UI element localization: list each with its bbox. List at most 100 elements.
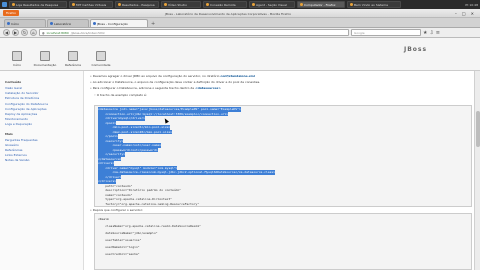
home-icon[interactable]: ⌂ <box>30 29 37 36</box>
app-icon <box>206 3 209 6</box>
toolbar-community-button[interactable]: Comunidade <box>90 51 112 67</box>
back-icon[interactable]: ◀ <box>3 29 10 36</box>
url-site: localhost:8080 <box>46 30 69 35</box>
toolbar-home-button[interactable]: Início <box>6 51 28 67</box>
paragraph: • Depois que configurar o servidor: <box>90 208 143 212</box>
os-task-button[interactable]: Loja Resultados de Pesquisa <box>9 1 67 8</box>
browser-tab-label: JBoss - Configuração <box>97 21 128 26</box>
sidebar-section-title: Mais <box>5 131 13 136</box>
paragraph-text: Para configurar o DataSource, adicione o… <box>92 86 195 90</box>
search-input[interactable]: Google <box>351 29 421 36</box>
start-menu-icon[interactable] <box>2 2 7 7</box>
os-task-label: Resultados - Pesquisa <box>122 2 155 7</box>
firefox-icon <box>300 3 303 6</box>
navigation-bar: ◀ ▶ ↻ ⌂ ◍ localhost:8080 /jboss-docs/ind… <box>0 28 480 38</box>
close-icon[interactable]: ✕ <box>471 11 474 16</box>
code-block[interactable]: <Realm className="org.apache.catalina.re… <box>94 213 472 270</box>
code-line: userNameCol="login" <box>98 245 140 249</box>
os-task-label: Bem Vindo ao Sistema <box>354 2 388 7</box>
browser-tab[interactable]: Laboratório <box>47 19 89 27</box>
toolbar-docs-button[interactable]: Documentação <box>34 51 56 67</box>
bookmarks-icon[interactable]: ★ <box>423 30 427 36</box>
favicon-icon <box>50 22 53 25</box>
os-task-label: MIT Cartões Virtuais <box>76 2 107 7</box>
home-icon <box>12 51 22 61</box>
code-line: <Realm <box>98 217 109 221</box>
firefox-menu-button[interactable]: Firefox <box>3 10 19 16</box>
app-icon <box>350 3 353 6</box>
os-task-button[interactable]: Conexão Remota <box>203 1 247 8</box>
favicon-icon <box>93 22 96 25</box>
browser-tab-active[interactable]: JBoss - Configuração <box>90 19 148 27</box>
os-task-button[interactable]: Vídeo Studio <box>161 1 201 8</box>
new-tab-icon[interactable]: + <box>149 21 157 27</box>
code-line: userCredCol="senha" <box>98 252 140 256</box>
os-task-button[interactable]: Bem Vindo ao Sistema <box>347 1 401 8</box>
code-block[interactable]: <datasource jndi-name="java:jboss/dataso… <box>94 105 472 207</box>
os-task-button[interactable]: Computador - Firefox <box>297 1 345 8</box>
window-controls: – □ ✕ <box>455 11 480 16</box>
browser-tab-label: Início <box>11 21 19 26</box>
paragraph: • Devemos agregar o driver JDBC ao arqui… <box>90 74 255 78</box>
app-icon <box>12 3 15 6</box>
toolbar-reference-button[interactable]: Referência <box>62 51 84 67</box>
vertical-scrollbar[interactable] <box>474 71 480 270</box>
app-icon <box>252 3 255 6</box>
scrollbar-thumb[interactable] <box>476 111 480 147</box>
download-icon[interactable]: ⇩ <box>429 30 433 36</box>
os-task-label: Agent - Seção Visual <box>256 2 287 7</box>
forward-icon[interactable]: ▶ <box>12 29 19 36</box>
book-icon <box>40 51 50 61</box>
paragraph-text: O trecho de exemplo completo é: <box>96 93 147 97</box>
code-line: dataSourceName="jdbc/exemplo" <box>98 231 158 235</box>
os-taskbar: Loja Resultados de Pesquisa MIT Cartões … <box>0 0 480 9</box>
os-task-button[interactable]: Agent - Seção Visual <box>249 1 295 8</box>
sidebar-link[interactable]: Notas da Versão <box>5 158 83 163</box>
toolbar-label: Referência <box>65 63 81 67</box>
toolbar-label: Início <box>13 63 21 67</box>
os-task-label: Vídeo Studio <box>168 2 187 7</box>
app-logo: JBoss <box>404 46 428 53</box>
search-placeholder: Google <box>354 31 365 35</box>
paragraph-text: Ao adicionar o DataSource, o arquivo de … <box>92 80 261 84</box>
favicon-icon <box>7 22 10 25</box>
tray-clock: Pt 10:48 <box>465 2 478 7</box>
sidebar: Conteúdo Visão Geral Instalação do Servi… <box>0 71 84 270</box>
code-line: className="org.apache.catalina.realm.Dat… <box>98 224 201 228</box>
browser-tab[interactable]: Início <box>4 19 46 27</box>
os-task-label: Conexão Remota <box>210 2 236 7</box>
reload-icon[interactable]: ↻ <box>21 29 28 36</box>
paragraph: • Para configurar o DataSource, adicione… <box>90 86 221 90</box>
menu-icon[interactable]: ≡ <box>436 30 440 36</box>
paragraph-text: Devemos agregar o driver JDBC ao arquivo… <box>92 74 220 78</box>
toolbar-label: Documentação <box>33 63 57 67</box>
app-toolbar: Início Documentação Referência Comunidad… <box>0 38 480 71</box>
paragraph: • Ao adicionar o DataSource, o arquivo d… <box>90 80 261 84</box>
url-bar[interactable]: ◍ localhost:8080 /jboss-docs/index.html <box>39 29 349 36</box>
os-task-button[interactable]: MIT Cartões Virtuais <box>69 1 113 8</box>
main-content: • Devemos agregar o driver JDBC ao arqui… <box>84 71 480 270</box>
code-line: factory="org.apache.catalina.naming.Reso… <box>98 201 200 206</box>
paragraph-text: Depois que configurar o servidor: <box>92 208 143 212</box>
firefox-menu-label: Firefox <box>6 11 16 15</box>
app-icon <box>164 3 167 6</box>
document-icon <box>68 51 78 61</box>
site-identity-icon[interactable]: ◍ <box>42 31 45 35</box>
window-titlebar: Firefox JBoss - Laboratório de Desenvolv… <box>0 9 480 18</box>
maximize-icon[interactable]: □ <box>462 11 466 16</box>
app-icon <box>72 3 75 6</box>
browser-tab-label: Laboratório <box>54 21 72 26</box>
os-task-button[interactable]: Resultados - Pesquisa <box>115 1 159 8</box>
code-line: <xa-datasource-class>com.mysql.jdbc.jdbc… <box>98 170 276 175</box>
sidebar-section-title: Conteúdo <box>5 80 22 84</box>
toolbar-label: Comunidade <box>91 63 111 67</box>
inline-code: conf/standalone.xml <box>220 74 255 78</box>
sidebar-link[interactable]: Logs e Depuração <box>5 122 83 127</box>
code-line: userTable="usuarios" <box>98 238 142 242</box>
minimize-icon[interactable]: – <box>455 11 457 16</box>
os-task-label: Loja Resultados de Pesquisa <box>16 2 59 7</box>
system-tray: Pt 10:48 <box>465 3 478 7</box>
people-icon <box>96 51 106 61</box>
window-title: JBoss - Laboratório de Desenvolvimento d… <box>165 12 291 16</box>
os-task-label: Computador - Firefox <box>304 2 336 7</box>
